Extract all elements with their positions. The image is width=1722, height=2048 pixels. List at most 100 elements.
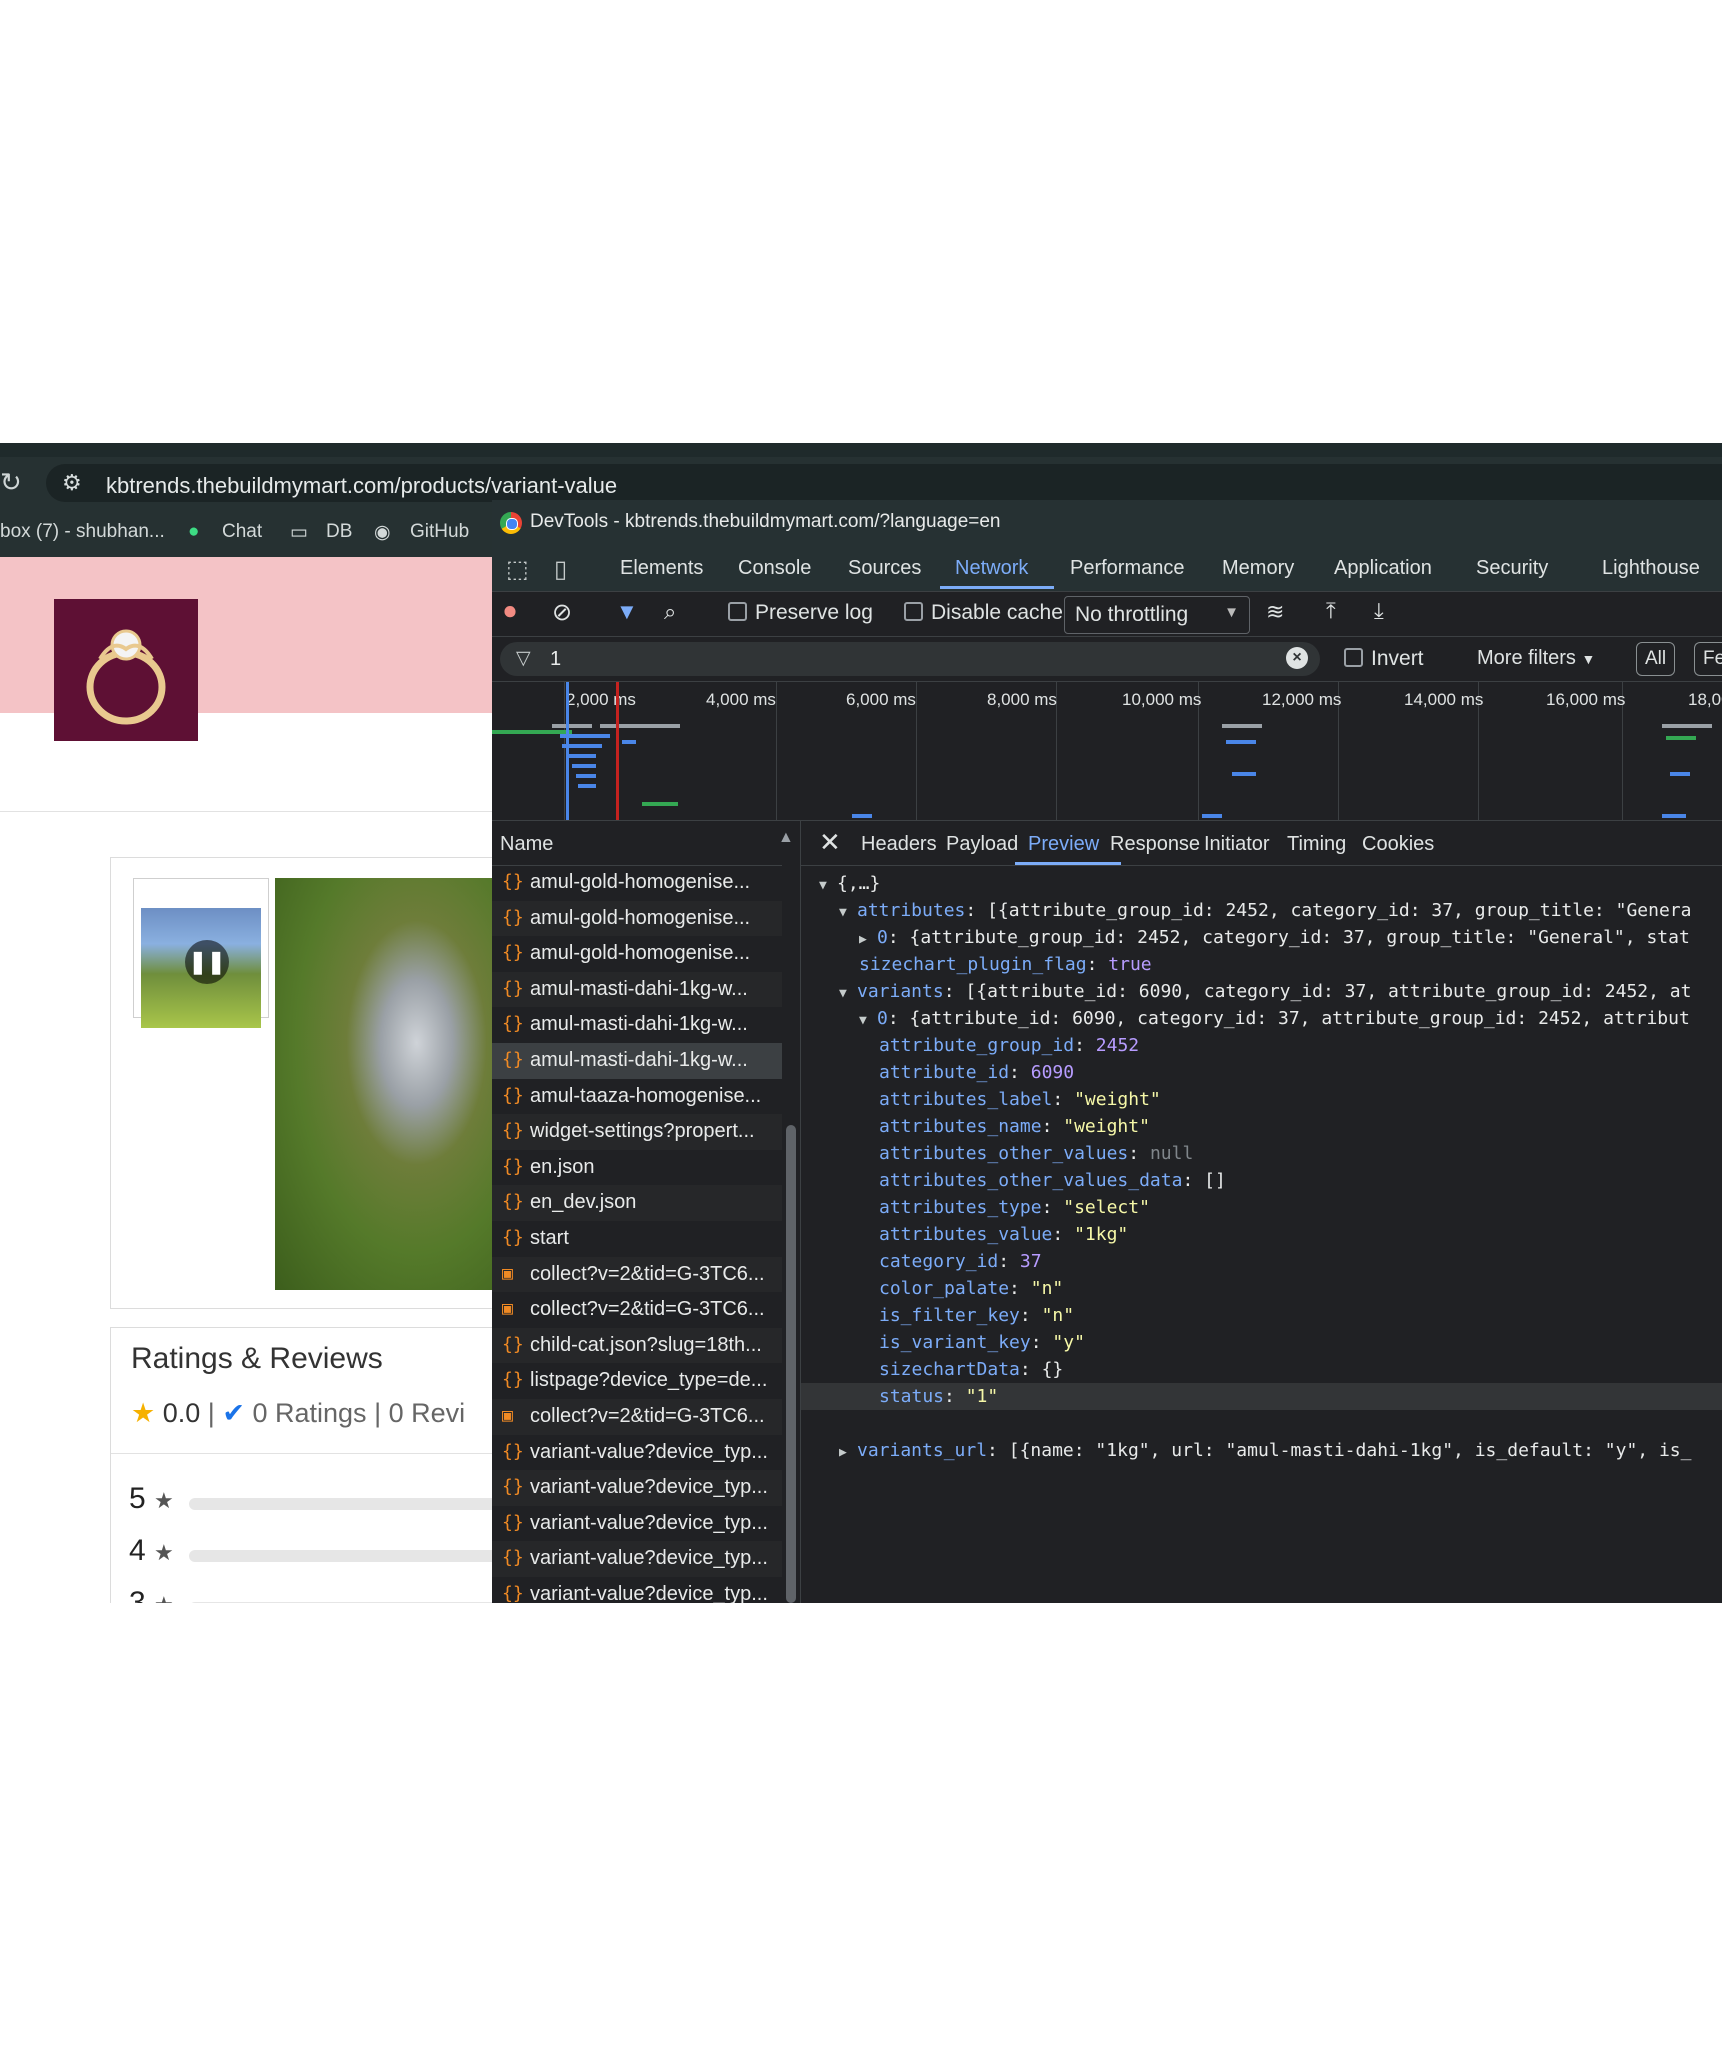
tab-payload[interactable]: Payload [946,833,1018,856]
disable-cache-checkbox[interactable]: Disable cache [904,601,1063,625]
request-row[interactable]: {} listpage?device_type=de... [492,1363,782,1399]
request-row[interactable]: ▣ collect?v=2&tid=G-3TC6... [492,1256,782,1293]
filter-all-button[interactable]: All [1636,642,1676,676]
star-icon: ★ [154,1592,174,1603]
tab-performance[interactable]: Performance [1070,557,1185,580]
more-filters-button[interactable]: More filters ▼ [1477,647,1595,670]
json-colon: : [1041,1197,1064,1218]
request-row[interactable]: {} amul-taaza-homogenise... [492,1079,782,1115]
request-row[interactable]: {} variant-value?device_typ... [492,1506,782,1542]
inspect-element-icon[interactable]: ⬚ [506,555,529,584]
tab-console[interactable]: Console [738,557,811,580]
rating-row-label: 4 [129,1534,146,1567]
expanded-triangle-icon: ▼ [819,878,827,893]
json-variants[interactable]: ▼ variants: [{attribute_id: 6090, categor… [839,978,1691,1005]
reload-icon[interactable]: ↻ [0,467,22,498]
tab-lighthouse[interactable]: Lighthouse [1602,557,1700,580]
request-detail-tabs: ✕ Headers Payload Preview Response Initi… [801,821,1722,866]
scrollbar-thumb[interactable] [786,1125,796,1603]
json-variants-url[interactable]: ▶ variants_url: [{name: "1kg", url: "amul… [839,1437,1691,1464]
gallery-thumbnail[interactable]: ❚❚ [133,878,269,1028]
active-tab-underline [1015,862,1121,865]
json-value: {attribute_id: 6090, category_id: 37, at… [909,1008,1690,1029]
request-row[interactable]: ▣ collect?v=2&tid=G-3TC6... [492,1398,782,1435]
filter-fetch-button[interactable]: Fe [1694,642,1722,676]
json-value: "weight" [1074,1089,1161,1110]
tab-timing[interactable]: Timing [1287,833,1346,856]
request-row[interactable]: {} amul-masti-dahi-1kg-w... [492,1007,782,1043]
request-row[interactable]: {} amul-gold-homogenise... [492,936,782,972]
json-attributes-0[interactable]: ▶ 0: {attribute_group_id: 2452, category_… [859,924,1690,951]
import-har-icon[interactable]: ⤒ [1326,598,1336,624]
bookmark-chat[interactable]: Chat [222,521,262,543]
json-field: is_variant_key: "y" [879,1329,1085,1356]
bookmark-github[interactable]: GitHub [410,521,469,543]
json-variants-0[interactable]: ▼ 0: {attribute_id: 6090, category_id: 37… [859,1005,1690,1032]
request-row[interactable]: {} amul-masti-dahi-1kg-w... [492,971,782,1008]
request-list-scrollbar[interactable] [782,865,800,1603]
tab-memory[interactable]: Memory [1222,557,1294,580]
search-icon[interactable]: ⌕ [664,599,676,625]
request-row[interactable]: {} en.json [492,1150,782,1186]
invert-checkbox[interactable]: Invert [1344,647,1424,671]
tab-cookies[interactable]: Cookies [1362,833,1434,856]
request-list-header[interactable]: Name ▲ [492,821,794,866]
clear-icon[interactable]: ⊘ [552,598,572,627]
network-conditions-icon[interactable]: ≋ [1266,599,1284,625]
request-row[interactable]: {} variant-value?device_typ... [492,1577,782,1603]
expanded-triangle-icon: ▼ [859,1013,867,1028]
omnibox[interactable]: ⚙ kbtrends.thebuildmymart.com/products/v… [46,464,1722,502]
site-settings-icon[interactable]: ⚙ [62,470,82,496]
request-row[interactable]: {} variant-value?device_typ... [492,1470,782,1506]
preserve-log-checkbox[interactable]: Preserve log [728,601,873,625]
request-row[interactable]: {} amul-gold-homogenise... [492,865,782,901]
json-colon: : [1074,1035,1096,1056]
tab-response[interactable]: Response [1110,833,1200,856]
network-overview-timeline[interactable]: 2,000 ms 4,000 ms 6,000 ms 8,000 ms 10,0… [492,682,1722,821]
ratings-title: Ratings & Reviews [131,1342,383,1375]
request-name: amul-taaza-homogenise... [530,1084,762,1107]
json-file-icon: {} [502,1511,524,1533]
request-row[interactable]: {} amul-gold-homogenise... [492,900,782,937]
tab-security[interactable]: Security [1476,557,1548,580]
tab-preview[interactable]: Preview [1028,833,1099,856]
json-root[interactable]: ▼ {,…} [819,870,880,897]
url-text[interactable]: kbtrends.thebuildmymart.com/products/var… [106,473,617,499]
throttling-select[interactable]: No throttling ▼ [1064,596,1250,634]
sort-up-icon[interactable]: ▲ [778,829,794,847]
json-value: [{name: "1kg", url: "amul-masti-dahi-1kg… [1008,1440,1692,1461]
bookmark-inbox[interactable]: box (7) - shubhan... [0,521,165,543]
bookmark-db[interactable]: DB [326,521,352,543]
json-attributes[interactable]: ▼ attributes: [{attribute_group_id: 2452,… [839,897,1691,924]
request-row[interactable]: {} en_dev.json [492,1185,782,1221]
request-row[interactable]: {} start [492,1221,782,1257]
export-har-icon[interactable]: ⤓ [1374,598,1384,624]
filter-input[interactable]: ▽ 1 × [500,642,1320,676]
product-video[interactable] [275,878,511,1290]
json-value: {} [1041,1359,1064,1380]
record-stop-icon[interactable]: ⏺ [504,598,516,626]
pause-icon[interactable]: ❚❚ [185,940,229,984]
tab-elements[interactable]: Elements [620,557,703,580]
request-row[interactable]: {} variant-value?device_typ... [492,1435,782,1471]
tab-application[interactable]: Application [1334,557,1432,580]
close-icon[interactable]: ✕ [819,827,841,858]
device-toolbar-icon[interactable]: ▯ [554,555,567,584]
timeline-bar [622,740,636,744]
json-value: "y" [1052,1332,1085,1353]
request-row[interactable]: ▣ collect?v=2&tid=G-3TC6... [492,1292,782,1328]
clear-filter-icon[interactable]: × [1286,647,1308,669]
ring-product-image[interactable] [54,599,198,741]
rating-row-label: 3 [129,1586,146,1603]
tab-headers[interactable]: Headers [861,833,937,856]
name-column-header[interactable]: Name [500,833,553,856]
request-row[interactable]: {} variant-value?device_typ... [492,1541,782,1577]
filter-icon[interactable]: ▼ [616,599,638,625]
request-row[interactable]: {} widget-settings?propert... [492,1114,782,1150]
json-colon: : [1052,1224,1075,1245]
tab-initiator[interactable]: Initiator [1204,833,1270,856]
tab-sources[interactable]: Sources [848,557,921,580]
tab-network[interactable]: Network [955,557,1028,580]
request-row[interactable]: {} amul-masti-dahi-1kg-w... [492,1042,782,1079]
request-row[interactable]: {} child-cat.json?slug=18th... [492,1327,782,1364]
